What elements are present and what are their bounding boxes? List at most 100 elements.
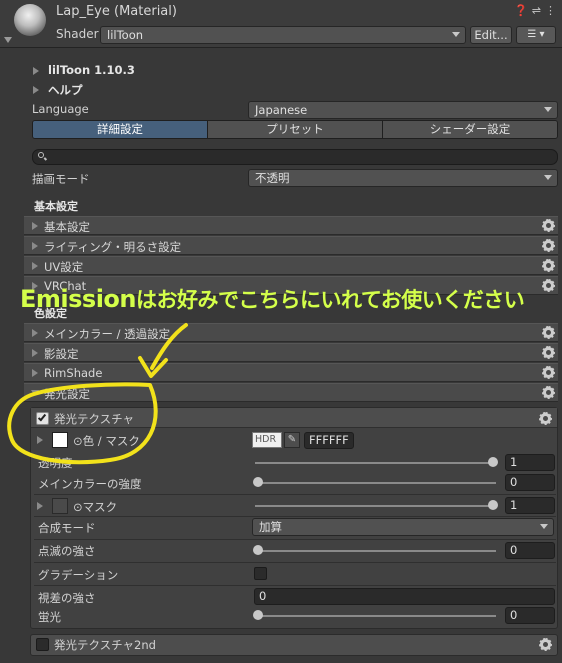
gear-icon[interactable] [542,219,555,232]
section-emission[interactable]: 発光設定 [24,383,558,402]
color-hex-field[interactable]: FFFFFF [304,432,354,449]
gear-icon[interactable] [542,386,555,399]
mask-slider[interactable] [255,505,496,507]
chevron-down-icon [452,32,460,37]
language-value: Japanese [255,103,308,117]
render-mode-dropdown[interactable]: 不透明 [248,169,558,187]
gradation-label: グラデーション [38,568,119,582]
version-label[interactable]: lilToon 1.10.3 [48,63,135,77]
annotation-text-en: Emission [20,285,137,313]
chevron-down-icon [544,107,552,112]
fluorescence-slider[interactable] [255,615,496,617]
eyedropper-icon[interactable]: ✎ [284,432,300,448]
shader-label: Shader [56,27,99,41]
section-lighting[interactable]: ライティング・明るさ設定 [24,236,558,255]
slider-knob[interactable] [488,457,498,467]
mask-field[interactable]: 1 [505,497,555,514]
search-input[interactable] [32,149,558,165]
emission2-title: 発光テクスチャ2nd [54,638,156,652]
emission2-enable-checkbox[interactable] [36,638,49,651]
emission-enable-checkbox[interactable] [36,412,49,425]
gear-icon[interactable] [542,239,555,252]
main-color-strength-slider[interactable] [255,482,496,484]
tab-presets[interactable]: プリセット [208,121,383,138]
gear-icon[interactable] [542,366,555,379]
menu-dropdown-button[interactable]: ☰ ▾ [516,26,556,44]
annotation-text-jp: はお好みでこちらにいれてお使いください [136,288,525,312]
fold-arrow-icon [32,222,38,230]
main-color-strength-field[interactable]: 0 [505,474,555,491]
divider [34,494,556,495]
blend-mode-value: 加算 [259,520,282,534]
basic-settings-heading: 基本設定 [34,200,78,213]
mask-label: ⊙マスク [73,500,118,514]
mask-texture-slot[interactable] [52,498,68,514]
gear-icon[interactable] [542,259,555,272]
shader-value: lilToon [107,28,144,42]
section-shadow[interactable]: 影設定 [24,343,558,362]
fold-arrow-icon[interactable] [37,436,43,444]
parallax-label: 視差の強さ [38,591,96,605]
color-mask-label: ⊙色 / マスク [73,434,140,448]
gear-icon[interactable] [539,412,552,425]
fold-arrow-icon [32,369,38,377]
fold-arrow-icon[interactable] [37,502,43,510]
annotation-text: Emissionはお好みでこちらにいれてお使いください [20,284,525,314]
section-label: RimShade [44,366,103,380]
preset-icon[interactable]: ⇌ [532,4,541,17]
edit-button[interactable]: Edit... [470,26,512,44]
section-label: メインカラー / 透過設定 [44,327,171,341]
gear-icon[interactable] [542,279,555,292]
section-uv[interactable]: UV設定 [24,256,558,275]
hdr-color-swatch[interactable]: HDR [252,432,282,448]
check-icon [37,412,47,422]
list-icon: ☰ ▾ [527,29,545,40]
divider [34,562,556,563]
divider [34,585,556,586]
collapse-arrow-icon[interactable] [4,37,12,43]
fold-arrow-icon[interactable] [33,67,39,75]
header-icons: ❓ ⇌ ⋮ [514,4,556,17]
blink-strength-label: 点滅の強さ [38,544,96,558]
slider-knob[interactable] [253,610,263,620]
section-main-color[interactable]: メインカラー / 透過設定 [24,323,558,342]
section-label: ライティング・明るさ設定 [44,240,182,254]
render-mode-value: 不透明 [255,171,290,185]
blend-mode-label: 合成モード [38,521,96,535]
gradation-checkbox[interactable] [254,567,267,580]
gear-icon[interactable] [542,326,555,339]
fold-arrow-icon [32,242,38,250]
section-rimshade[interactable]: RimShade [24,363,558,382]
tab-advanced-settings[interactable]: 詳細設定 [33,121,208,138]
slider-knob[interactable] [253,545,263,555]
gear-icon[interactable] [542,346,555,359]
slider-knob[interactable] [253,477,263,487]
fold-arrow-icon[interactable] [33,86,39,94]
help-icon[interactable]: ❓ [514,4,528,17]
language-dropdown[interactable]: Japanese [248,101,558,119]
slider-knob[interactable] [488,500,498,510]
section-label: UV設定 [44,260,84,274]
search-icon [38,152,44,158]
transparency-label: 透明度 [38,456,73,470]
blend-mode-dropdown[interactable]: 加算 [252,518,554,536]
fold-arrow-icon [32,349,38,357]
section-label: 基本設定 [44,220,90,234]
section-basic[interactable]: 基本設定 [24,216,558,235]
more-icon[interactable]: ⋮ [545,4,556,17]
help-foldout[interactable]: ヘルプ [48,82,83,98]
parallax-field[interactable]: 0 [254,588,555,605]
fluorescence-field[interactable]: 0 [505,607,555,624]
texture-slot[interactable] [52,432,68,448]
render-mode-label: 描画モード [32,172,90,186]
blink-strength-field[interactable]: 0 [505,542,555,559]
tab-shader-settings[interactable]: シェーダー設定 [383,121,557,138]
transparency-field[interactable]: 1 [505,454,555,471]
shader-dropdown[interactable]: lilToon [100,26,466,44]
chevron-down-icon [544,175,552,180]
gear-icon[interactable] [539,638,552,651]
language-label: Language [32,102,89,116]
blink-strength-slider[interactable] [255,550,496,552]
fluorescence-label: 蛍光 [38,610,61,624]
transparency-slider[interactable] [255,462,496,464]
